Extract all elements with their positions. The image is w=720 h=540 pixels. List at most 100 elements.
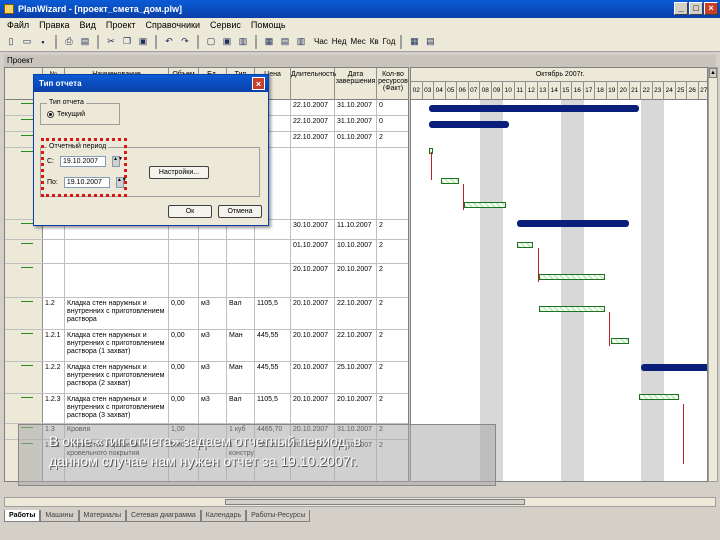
menu-edit[interactable]: Правка	[34, 20, 74, 30]
cell-name[interactable]: Кладка стен наружных и внутренних с приг…	[65, 298, 169, 329]
ok-button[interactable]: Ок	[168, 205, 212, 218]
undo-icon[interactable]: ↶	[162, 35, 176, 49]
cell-date[interactable]: 22.10.2007	[291, 116, 335, 131]
cell-num[interactable]	[43, 264, 65, 297]
cell-date2[interactable]: 20.10.2007	[335, 264, 377, 297]
gantt-task-bar[interactable]	[464, 202, 506, 208]
cell-date[interactable]: 20.10.2007	[291, 264, 335, 297]
header-end-date[interactable]: Дата завершения	[335, 68, 377, 100]
cell-price[interactable]: 445,55	[255, 330, 291, 361]
properties-icon[interactable]: ▥	[236, 35, 250, 49]
cancel-button[interactable]: Отмена	[218, 205, 262, 218]
zoom-month[interactable]: Мес	[351, 37, 366, 46]
cell-unit[interactable]	[199, 264, 227, 297]
cell-date[interactable]: 20.10.2007	[291, 298, 335, 329]
calendar-icon[interactable]: ▦	[407, 35, 421, 49]
gantt-task-bar[interactable]	[639, 394, 679, 400]
cell-type[interactable]: Ман	[227, 362, 255, 393]
open-folder-icon[interactable]: ▭	[20, 35, 34, 49]
cell-date[interactable]: 01.10.2007	[291, 240, 335, 263]
cell-date2[interactable]: 22.10.2007	[335, 298, 377, 329]
copy-icon[interactable]: ❐	[120, 35, 134, 49]
cell-date2[interactable]	[335, 148, 377, 219]
cell-num[interactable]	[43, 240, 65, 263]
zoom-week[interactable]: Нед	[332, 37, 347, 46]
gantt-task-bar[interactable]	[539, 274, 605, 280]
report-icon[interactable]: ▤	[423, 35, 437, 49]
cell-name[interactable]: Кладка стен наружных и внутренних с приг…	[65, 330, 169, 361]
cell-num[interactable]: 1.2	[43, 298, 65, 329]
paste-icon[interactable]: ▣	[136, 35, 150, 49]
cell-num[interactable]: 1.2.1	[43, 330, 65, 361]
cell-n[interactable]: 2	[377, 264, 408, 297]
tab-network[interactable]: Сетевая диаграмма	[126, 510, 201, 522]
cell-type[interactable]: Ман	[227, 330, 255, 361]
cell-price[interactable]: 1105,5	[255, 298, 291, 329]
cell-date2[interactable]: 11.10.2007	[335, 220, 377, 239]
table-row[interactable]: 20.10.2007 20.10.2007 2	[5, 264, 408, 298]
cell-n[interactable]: 0	[377, 100, 408, 115]
menu-references[interactable]: Справочники	[141, 20, 206, 30]
cell-vol[interactable]	[169, 264, 199, 297]
table-row[interactable]: 01.10.2007 10.10.2007 2	[5, 240, 408, 264]
tab-works[interactable]: Работы	[4, 510, 41, 522]
print-icon[interactable]: ⎙	[62, 35, 76, 49]
header-resources[interactable]: Кол-во ресурсов (Факт)	[377, 68, 408, 100]
cell-vol[interactable]: 0,00	[169, 330, 199, 361]
row-gutter[interactable]	[5, 330, 43, 361]
cell-n[interactable]: 2	[377, 220, 408, 239]
menu-service[interactable]: Сервис	[205, 20, 246, 30]
table-row[interactable]: 1.2.1 Кладка стен наружных и внутренних с…	[5, 330, 408, 362]
cell-name[interactable]	[65, 264, 169, 297]
cell-date2[interactable]: 31.10.2007	[335, 100, 377, 115]
cell-n[interactable]: 2	[377, 330, 408, 361]
new-file-icon[interactable]: ▯	[4, 35, 18, 49]
cell-date[interactable]: 22.10.2007	[291, 132, 335, 147]
cell-date[interactable]: 30.10.2007	[291, 220, 335, 239]
cell-type[interactable]: Вал	[227, 298, 255, 329]
preview-icon[interactable]: ▤	[78, 35, 92, 49]
cell-date[interactable]: 20.10.2007	[291, 394, 335, 423]
zoom-year[interactable]: Год	[383, 37, 396, 46]
menu-help[interactable]: Помощь	[246, 20, 291, 30]
settings-button[interactable]: Настройки...	[149, 166, 209, 179]
gantt-task-bar[interactable]	[539, 306, 605, 312]
horizontal-scrollbar[interactable]	[4, 497, 716, 507]
table-row[interactable]: 1.2.3 Кладка стен наружных и внутренних с…	[5, 394, 408, 424]
save-icon[interactable]: ▪	[36, 35, 50, 49]
cell-type[interactable]: Вал	[227, 394, 255, 423]
cell-unit[interactable]: м3	[199, 298, 227, 329]
chart-icon[interactable]: ▥	[294, 35, 308, 49]
gantt-icon[interactable]: ▤	[278, 35, 292, 49]
tab-machines[interactable]: Машины	[40, 510, 79, 522]
scroll-up-icon[interactable]: ▲	[709, 68, 717, 78]
row-gutter[interactable]	[5, 264, 43, 297]
cell-date2[interactable]: 22.10.2007	[335, 330, 377, 361]
header-duration[interactable]: Длительность	[291, 68, 336, 100]
gantt-summary-bar[interactable]	[641, 364, 707, 371]
cell-n[interactable]: 2	[377, 240, 408, 263]
cell-type[interactable]	[227, 240, 255, 263]
row-gutter[interactable]	[5, 240, 43, 263]
table-row[interactable]: 1.2.2 Кладка стен наружных и внутренних с…	[5, 362, 408, 394]
cell-vol[interactable]	[169, 240, 199, 263]
menu-project[interactable]: Проект	[101, 20, 141, 30]
radio-current[interactable]: Текущий	[47, 111, 85, 118]
delete-task-icon[interactable]: ▣	[220, 35, 234, 49]
minimize-button[interactable]: _	[674, 2, 688, 15]
tab-calendar[interactable]: Календарь	[200, 510, 247, 522]
insert-task-icon[interactable]: ▢	[204, 35, 218, 49]
close-button[interactable]: ×	[704, 2, 718, 15]
menu-file[interactable]: Файл	[2, 20, 34, 30]
row-gutter[interactable]	[5, 298, 43, 329]
cell-date[interactable]: 20.10.2007	[291, 362, 335, 393]
cell-date2[interactable]: 20.10.2007	[335, 394, 377, 423]
redo-icon[interactable]: ↷	[178, 35, 192, 49]
gantt-task-bar[interactable]	[441, 178, 459, 184]
zoom-hour[interactable]: Час	[314, 37, 328, 46]
zoom-quarter[interactable]: Кв	[370, 37, 379, 46]
grid-icon[interactable]: ▦	[262, 35, 276, 49]
cell-vol[interactable]: 0,00	[169, 362, 199, 393]
cell-date2[interactable]: 01.10.2007	[335, 132, 377, 147]
cell-unit[interactable]	[199, 240, 227, 263]
